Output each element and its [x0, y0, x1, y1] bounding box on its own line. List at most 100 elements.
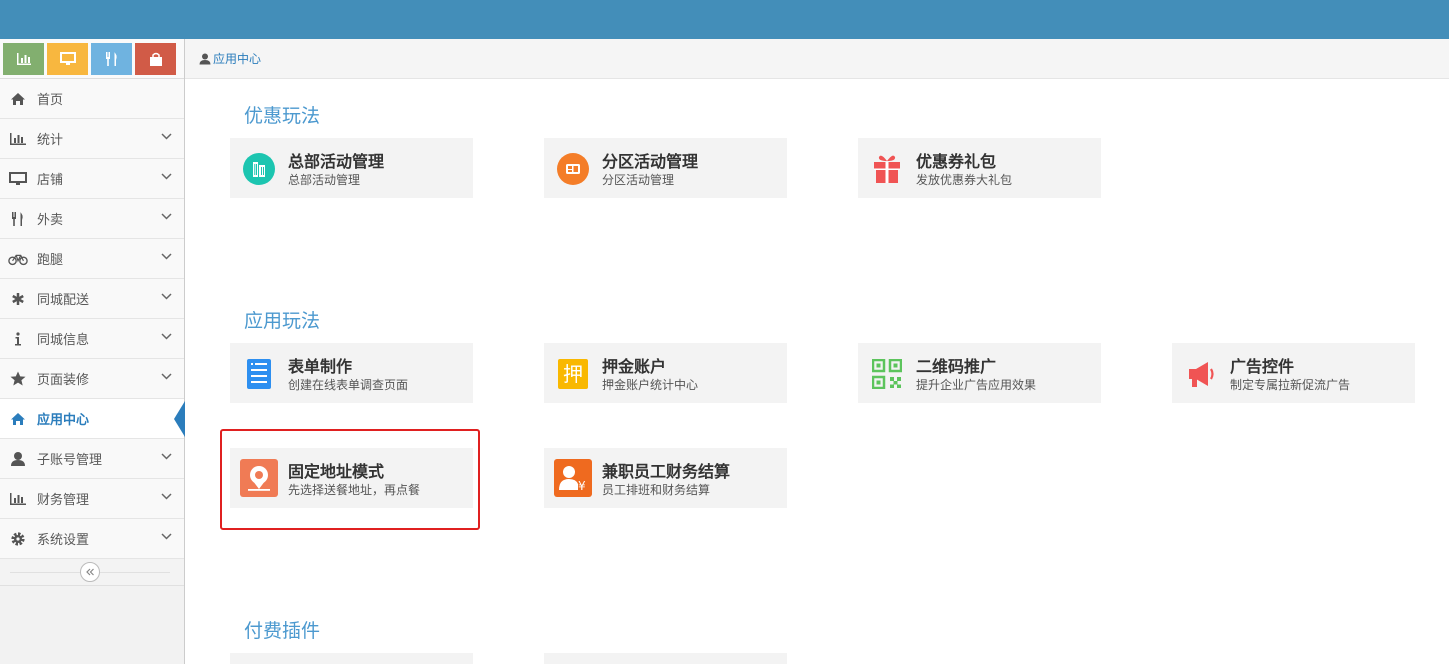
card-desc: 发放优惠券大礼包: [916, 173, 1013, 187]
bar-chart-icon: [8, 490, 28, 508]
sidebar-item-city-delivery[interactable]: 同城配送: [0, 279, 184, 319]
sidebar-item-label: 统计: [37, 133, 64, 148]
monitor-icon: [8, 170, 28, 188]
top-navbar: [0, 0, 1449, 39]
fork-knife-icon: [105, 52, 117, 66]
gear-icon: [8, 530, 28, 548]
card-ad-control[interactable]: 广告控件 制定专属拉新促流广告: [1172, 343, 1415, 403]
sidebar-item-label: 外卖: [37, 213, 64, 228]
chevron-down-icon: [161, 333, 172, 340]
card-desc: 创建在线表单调查页面: [288, 378, 409, 392]
sidebar-item-sub-accounts[interactable]: 子账号管理: [0, 439, 184, 479]
card-title: 广告控件: [1230, 357, 1295, 376]
shortcut-stats-button[interactable]: [3, 43, 44, 75]
sidebar-item-errand[interactable]: 跑腿: [0, 239, 184, 279]
chevron-down-icon: [161, 293, 172, 300]
sidebar-item-takeout[interactable]: 外卖: [0, 199, 184, 239]
card-title: 表单制作: [288, 357, 353, 376]
chevron-down-icon: [161, 173, 172, 180]
sidebar-item-settings[interactable]: 系统设置: [0, 519, 184, 559]
user-icon: [199, 53, 211, 64]
sidebar: 首页 统计 店铺 外卖 跑腿 同城配送 同城信息 页面装修 应用中心 子账号管理…: [0, 39, 185, 664]
user-icon: [8, 450, 28, 468]
chevron-down-icon: [161, 493, 172, 500]
sidebar-item-city-info[interactable]: 同城信息: [0, 319, 184, 359]
card-parttime-settlement[interactable]: ¥ 兼职员工财务结算 员工排班和财务结算: [544, 448, 787, 508]
sidebar-item-label: 应用中心: [37, 413, 90, 428]
qrcode-icon: [870, 357, 904, 391]
card-desc: 员工排班和财务结算: [602, 483, 711, 497]
sidebar-item-label: 同城信息: [37, 333, 90, 348]
sidebar-item-label: 子账号管理: [37, 453, 103, 468]
double-chevron-left-icon: [86, 568, 94, 576]
shortcut-monitor-button[interactable]: [47, 43, 88, 75]
card-coupon-pack[interactable]: 优惠券礼包 发放优惠券大礼包: [858, 138, 1101, 198]
svg-text:¥: ¥: [578, 479, 586, 493]
bicycle-icon: [8, 250, 28, 268]
breadcrumb-current[interactable]: 应用中心: [213, 50, 261, 67]
card-desc: 押金账户统计中心: [602, 378, 699, 392]
card-deposit-account[interactable]: 押 押金账户 押金账户统计中心: [544, 343, 787, 403]
sidebar-item-store[interactable]: 店铺: [0, 159, 184, 199]
chevron-down-icon: [161, 253, 172, 260]
bar-chart-icon: [8, 130, 28, 148]
info-icon: [8, 330, 28, 348]
breadcrumb: 应用中心: [185, 39, 1449, 79]
home-icon: [8, 90, 28, 108]
megaphone-icon: [1184, 357, 1218, 391]
deposit-icon: 押: [556, 357, 590, 391]
section-title-apps: 应用玩法: [244, 310, 321, 332]
card-desc: 提升企业广告应用效果: [916, 378, 1037, 392]
card-qrcode-promo[interactable]: 二维码推广 提升企业广告应用效果: [858, 343, 1101, 403]
card-paid-plugin[interactable]: [230, 653, 473, 664]
shortcut-bag-button[interactable]: [135, 43, 176, 75]
card-desc: 分区活动管理: [602, 173, 675, 187]
sidebar-item-page-decor[interactable]: 页面装修: [0, 359, 184, 399]
staff-yen-icon: ¥: [554, 459, 592, 497]
zone-blocks-icon: [556, 152, 590, 186]
sidebar-item-label: 跑腿: [37, 253, 64, 268]
section-title-paid: 付费插件: [244, 620, 321, 642]
card-hq-activity[interactable]: 总部活动管理 总部活动管理: [230, 138, 473, 198]
form-document-icon: [242, 357, 276, 391]
sidebar-item-stats[interactable]: 统计: [0, 119, 184, 159]
sidebar-shortcuts: [0, 39, 184, 79]
sidebar-item-home[interactable]: 首页: [0, 79, 184, 119]
active-indicator: [174, 401, 185, 437]
chevron-down-icon: [161, 373, 172, 380]
card-title: 分区活动管理: [602, 152, 699, 171]
sidebar-item-label: 页面装修: [37, 373, 90, 388]
home-icon: [8, 410, 28, 428]
chevron-down-icon: [161, 533, 172, 540]
bar-chart-icon: [16, 53, 31, 65]
card-desc: 制定专属拉新促流广告: [1230, 378, 1351, 392]
sidebar-item-label: 财务管理: [37, 493, 90, 508]
card-title: 押金账户: [602, 357, 667, 376]
gift-icon: [870, 152, 904, 186]
chevron-down-icon: [161, 213, 172, 220]
building-icon: [242, 152, 276, 186]
sidebar-item-label: 店铺: [37, 173, 64, 188]
chevron-down-icon: [161, 133, 172, 140]
sidebar-item-app-center[interactable]: 应用中心: [0, 399, 185, 439]
chevron-down-icon: [161, 453, 172, 460]
card-paid-plugin[interactable]: [544, 653, 787, 664]
card-desc: 总部活动管理: [288, 173, 361, 187]
shortcut-restaurant-button[interactable]: [91, 43, 132, 75]
star-icon: [8, 370, 28, 388]
card-title: 总部活动管理: [288, 152, 385, 171]
section-title-discount: 优惠玩法: [244, 105, 321, 127]
sidebar-collapse-button[interactable]: [80, 562, 100, 582]
asterisk-icon: [8, 290, 28, 308]
card-title: 二维码推广: [916, 357, 997, 376]
sidebar-item-label: 系统设置: [37, 533, 90, 548]
monitor-icon: [59, 52, 76, 65]
shopping-bag-icon: [149, 52, 162, 66]
card-zone-activity[interactable]: 分区活动管理 分区活动管理: [544, 138, 787, 198]
sidebar-item-label: 首页: [37, 93, 64, 108]
card-title: 优惠券礼包: [916, 152, 997, 171]
card-title: 兼职员工财务结算: [602, 462, 731, 481]
sidebar-collapse-bar: [0, 559, 184, 586]
sidebar-item-finance[interactable]: 财务管理: [0, 479, 184, 519]
card-form-maker[interactable]: 表单制作 创建在线表单调查页面: [230, 343, 473, 403]
